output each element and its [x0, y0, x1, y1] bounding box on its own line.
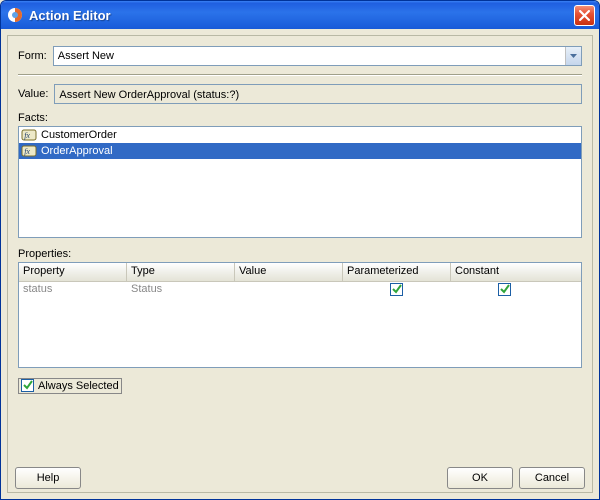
ok-button[interactable]: OK [447, 467, 513, 489]
window-title: Action Editor [29, 8, 568, 23]
spacer [18, 238, 582, 248]
properties-table: Property Type Value Parameterized Consta… [18, 262, 582, 368]
form-row: Form: Assert New [18, 46, 582, 66]
facts-item-label: OrderApproval [41, 145, 113, 157]
col-parameterized[interactable]: Parameterized [343, 263, 451, 281]
cell-value [235, 282, 343, 300]
value-field: Assert New OrderApproval (status:?) [54, 84, 582, 104]
app-icon [7, 7, 23, 23]
facts-label: Facts: [18, 112, 582, 124]
help-button[interactable]: Help [15, 467, 81, 489]
close-button[interactable] [574, 5, 595, 26]
facts-item-orderapproval[interactable]: fx OrderApproval [19, 143, 581, 159]
properties-body: status Status [19, 282, 581, 367]
function-icon: fx [21, 127, 37, 143]
always-selected-checkbox[interactable] [21, 379, 34, 392]
action-editor-window: Action Editor Form: Assert New [0, 0, 600, 500]
table-row[interactable]: status Status [19, 282, 581, 300]
close-icon [579, 10, 590, 21]
titlebar: Action Editor [1, 1, 599, 29]
always-selected-row: Always Selected [18, 378, 582, 394]
properties-label: Properties: [18, 248, 582, 260]
col-property[interactable]: Property [19, 263, 127, 281]
divider [18, 74, 582, 76]
form-label: Form: [18, 50, 47, 62]
cell-constant [451, 282, 559, 300]
facts-item-label: CustomerOrder [41, 129, 117, 141]
cell-parameterized [343, 282, 451, 300]
form-combo-value: Assert New [54, 49, 565, 63]
function-icon: fx [21, 143, 37, 159]
properties-header: Property Type Value Parameterized Consta… [19, 263, 581, 282]
form-combo[interactable]: Assert New [53, 46, 582, 66]
col-type[interactable]: Type [127, 263, 235, 281]
svg-text:fx: fx [24, 131, 30, 140]
cancel-button[interactable]: Cancel [519, 467, 585, 489]
client-area: Form: Assert New Value: Assert New Order… [1, 29, 599, 499]
panel-inner: Form: Assert New Value: Assert New Order… [18, 46, 582, 484]
check-icon [391, 283, 403, 295]
facts-list[interactable]: fx CustomerOrder fx OrderApproval [18, 126, 582, 238]
facts-item-customerorder[interactable]: fx CustomerOrder [19, 127, 581, 143]
svg-text:fx: fx [24, 147, 30, 156]
parameterized-checkbox[interactable] [390, 283, 403, 296]
main-panel: Form: Assert New Value: Assert New Order… [7, 35, 593, 493]
col-constant[interactable]: Constant [451, 263, 559, 281]
always-selected-control[interactable]: Always Selected [18, 378, 122, 394]
always-selected-label: Always Selected [38, 380, 119, 392]
cell-property: status [19, 282, 127, 300]
chevron-down-icon [565, 47, 581, 65]
value-label: Value: [18, 88, 48, 100]
cell-type: Status [127, 282, 235, 300]
button-row: Help OK Cancel [15, 467, 585, 489]
constant-checkbox[interactable] [498, 283, 511, 296]
value-row: Value: Assert New OrderApproval (status:… [18, 84, 582, 104]
col-value[interactable]: Value [235, 263, 343, 281]
check-icon [22, 379, 34, 391]
check-icon [499, 283, 511, 295]
